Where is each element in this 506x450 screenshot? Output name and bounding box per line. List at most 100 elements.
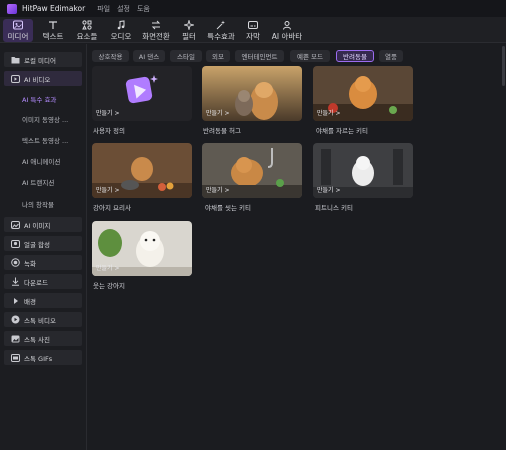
sidebar-sub-ai-transition[interactable]: AI 트랜지션 <box>4 175 82 189</box>
stock-photo-icon <box>9 335 21 343</box>
chip-pets[interactable]: 반려동물 <box>336 50 374 62</box>
chip-style[interactable]: 스타일 <box>170 50 202 62</box>
card-title: 반려동물 허그 <box>203 127 241 135</box>
sidebar-item-label: 얼굴 합성 <box>24 240 50 249</box>
card-title: 사용자 정의 <box>93 127 125 135</box>
effect-card[interactable]: 만들기 > <box>202 66 302 121</box>
content-scrollbar[interactable] <box>502 44 506 450</box>
sidebar-item-label: 스톡 비디오 <box>24 316 56 325</box>
sidebar-sub-ai-animation[interactable]: AI 애니메이션 <box>4 154 82 168</box>
ai-image-icon <box>9 220 21 229</box>
tab-elements-label: 요소들 <box>76 32 98 41</box>
make-button[interactable]: 만들기 > <box>317 108 341 117</box>
sidebar-item-label: AI 비디오 <box>24 75 51 84</box>
text-icon <box>48 19 58 30</box>
make-button[interactable]: 만들기 > <box>317 185 341 194</box>
sidebar-item-background[interactable]: 배경 <box>4 293 82 308</box>
sidebar-sub-image-video[interactable]: 이미지 동영상 ... <box>4 112 82 126</box>
app-logo-icon <box>7 3 17 14</box>
download-icon <box>9 277 21 286</box>
tab-audio[interactable]: 오디오 <box>106 19 136 42</box>
card-title: 야채를 씻는 키티 <box>205 204 251 212</box>
tab-text-label: 텍스트 <box>42 32 64 41</box>
tab-text[interactable]: 텍스트 <box>38 19 68 42</box>
make-button[interactable]: 만들기 > <box>96 108 120 117</box>
sidebar-item-label: 다운로드 <box>24 278 48 287</box>
sidebar-item-face-swap[interactable]: 얼굴 합성 <box>4 236 82 251</box>
sidebar-item-record[interactable]: 녹화 <box>4 255 82 270</box>
tab-filter-label: 필터 <box>182 32 196 41</box>
sidebar-sub-text-video[interactable]: 텍스트 동영상 ... <box>4 133 82 147</box>
sidebar-item-label: AI 이미지 <box>24 221 51 230</box>
app-title: HitPaw Edimakor <box>22 4 86 13</box>
tab-media[interactable]: 미디어 <box>3 19 33 42</box>
effects-icon <box>216 19 226 30</box>
scrollbar-thumb[interactable] <box>502 46 505 86</box>
card-title: 야채를 자르는 키티 <box>316 127 368 135</box>
title-bar: HitPaw Edimakor 파일 설정 도움 <box>0 0 506 17</box>
face-swap-icon <box>9 239 21 248</box>
effect-card[interactable]: 만들기 > <box>313 143 413 198</box>
menu-settings[interactable]: 설정 <box>117 4 130 14</box>
sidebar-sub-my-creations[interactable]: 나의 창작물 <box>4 197 82 211</box>
tab-ai-avatar[interactable]: AI 아바타 <box>268 19 306 42</box>
sidebar-item-local-media[interactable]: 로컬 미디어 <box>4 52 82 67</box>
sidebar-item-stock-photo[interactable]: 스톡 사진 <box>4 331 82 346</box>
effect-card[interactable]: 만들기 > <box>92 221 192 276</box>
sidebar-item-stock-video[interactable]: 스톡 비디오 <box>4 312 82 327</box>
subtitle-icon <box>248 19 258 30</box>
sidebar-item-ai-image[interactable]: AI 이미지 <box>4 217 82 232</box>
make-button[interactable]: 만들기 > <box>206 185 230 194</box>
tab-filter[interactable]: 필터 <box>177 19 201 42</box>
stock-gif-icon <box>9 353 21 362</box>
chip-interaction[interactable]: 상호작용 <box>92 50 129 62</box>
media-icon <box>13 19 23 30</box>
filter-icon <box>184 19 194 30</box>
transition-icon <box>151 19 161 30</box>
make-button[interactable]: 만들기 > <box>96 263 120 272</box>
sidebar-item-stock-gifs[interactable]: 스톡 GIFs <box>4 350 82 365</box>
make-button[interactable]: 만들기 > <box>206 108 230 117</box>
chip-pretty-mode[interactable]: 예쁜 모드 <box>290 50 330 62</box>
sidebar-item-label: 녹화 <box>24 259 36 268</box>
tab-subtitle-label: 자막 <box>246 32 260 41</box>
main-toolbar: 미디어 텍스트 요소들 오디오 화면전환 필터 특수효과 자막 AI 아바타 <box>0 17 506 43</box>
sidebar: 로컬 미디어 AI 비디오 AI 특수 효과 이미지 동영상 ... 텍스트 동… <box>0 44 87 450</box>
sidebar-item-ai-video[interactable]: AI 비디오 <box>4 71 82 86</box>
menu-file[interactable]: 파일 <box>97 4 110 14</box>
tab-elements[interactable]: 요소들 <box>72 19 102 42</box>
sidebar-item-download[interactable]: 다운로드 <box>4 274 82 289</box>
ai-avatar-icon <box>282 19 292 30</box>
background-icon <box>9 297 21 305</box>
tab-subtitle[interactable]: 자막 <box>241 19 265 42</box>
menu-help[interactable]: 도움 <box>137 4 150 14</box>
audio-icon <box>116 19 126 30</box>
tab-media-label: 미디어 <box>7 32 29 41</box>
sidebar-item-label: 로컬 미디어 <box>24 56 56 65</box>
chip-trending[interactable]: 열풍 <box>379 50 403 62</box>
sidebar-item-label: 스톡 GIFs <box>24 354 53 363</box>
card-title: 강아지 요리사 <box>93 204 131 212</box>
tab-transition-label: 화면전환 <box>142 32 170 41</box>
card-title: 웃는 강아지 <box>93 282 125 290</box>
record-icon <box>9 258 21 267</box>
chip-appearance[interactable]: 외모 <box>206 50 230 62</box>
tab-transition[interactable]: 화면전환 <box>137 19 175 42</box>
make-button[interactable]: 만들기 > <box>96 185 120 194</box>
chip-ai-dance[interactable]: AI 댄스 <box>133 50 165 62</box>
ai-video-icon <box>9 74 21 83</box>
folder-icon <box>9 56 21 64</box>
elements-icon <box>82 19 92 30</box>
card-title: 피트니스 키티 <box>315 204 353 212</box>
sidebar-sub-ai-effects[interactable]: AI 특수 효과 <box>4 92 82 106</box>
effect-card[interactable]: 만들기 > <box>202 143 302 198</box>
sidebar-item-label: 스톡 사진 <box>24 335 50 344</box>
sidebar-item-label: 배경 <box>24 297 36 306</box>
effect-card[interactable]: 만들기 > <box>92 66 192 121</box>
chip-entertainment[interactable]: 엔터테인먼트 <box>235 50 284 62</box>
effect-card[interactable]: 만들기 > <box>313 66 413 121</box>
tab-effects[interactable]: 특수효과 <box>203 19 239 42</box>
stock-video-icon <box>9 315 21 324</box>
effect-card[interactable]: 만들기 > <box>92 143 192 198</box>
tab-effects-label: 특수효과 <box>207 32 235 41</box>
